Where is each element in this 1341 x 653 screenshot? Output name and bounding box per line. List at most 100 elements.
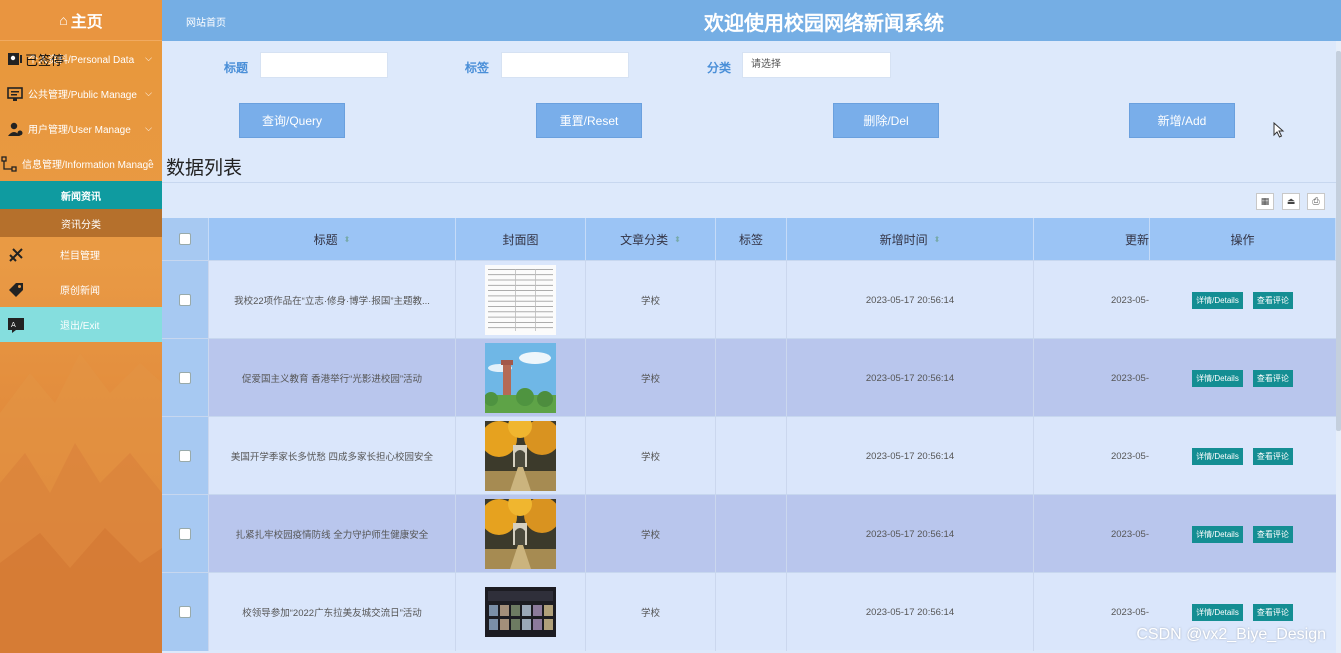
view-comments-button[interactable]: 查看评论 (1252, 525, 1293, 543)
row-updated: 2023-05- (1110, 372, 1149, 384)
column-icon (6, 245, 26, 265)
row-cover-image[interactable] (456, 339, 586, 417)
details-button[interactable]: 详情/Details (1192, 603, 1243, 621)
details-button[interactable]: 详情/Details (1192, 369, 1243, 387)
row-checkbox[interactable] (179, 450, 191, 462)
view-comments-button[interactable]: 查看评论 (1252, 369, 1293, 387)
section-title: 数据列表 (166, 158, 243, 179)
col-title[interactable]: 标题 ⬍ (209, 218, 456, 260)
col-updated-label: 更新 (1124, 232, 1149, 247)
sort-icon: ⬍ (933, 234, 941, 244)
view-comments-button[interactable]: 查看评论 (1252, 603, 1293, 621)
row-created: 2023-05-17 20:56:14 (787, 261, 1034, 339)
row-category: 学校 (586, 261, 716, 339)
row-actions: 详情/Details 查看评论 (1149, 417, 1336, 495)
table-row[interactable]: 我校22项作品在“立志·修身·博学·报国”主题教... 学校 2023-05-17 … (162, 260, 1336, 339)
menu-label: 公共管理/Public Manage (28, 90, 137, 101)
col-updated[interactable]: 更新 (1034, 218, 1149, 260)
category-select[interactable]: 请选择 (742, 52, 891, 78)
menu-public-manage[interactable]: 公共管理/Public Manage ⌵ (0, 76, 162, 111)
column-toggle-icon[interactable]: ▦ (1256, 193, 1274, 210)
category-filter-label: 分类 (707, 61, 732, 75)
row-updated: 2023-05- (1110, 450, 1149, 462)
tag-filter-label: 标签 (465, 61, 490, 75)
table-row[interactable]: 扎紧扎牢校园疫情防线 全力守护师生健康安全 学校 2023-05-17 20:56:… (162, 494, 1336, 573)
col-created[interactable]: 新增时间 ⬍ (787, 218, 1034, 260)
row-cover-image[interactable] (456, 495, 586, 573)
row-select-cell (162, 573, 209, 651)
table-row[interactable]: 促爱国主义教育 香港举行“光影进校园”活动 学校 2023-05-17 20:56:… (162, 338, 1336, 417)
watermark: CSDN @vx2_Biye_Design (1136, 626, 1326, 643)
print-icon[interactable]: ⎙ (1307, 193, 1325, 210)
brand-label: 主页 (70, 14, 103, 31)
row-actions: 详情/Details 查看评论 (1149, 495, 1336, 573)
submenu-news[interactable]: 新闻资讯 (0, 181, 162, 209)
exit-icon: A (6, 315, 26, 335)
row-created: 2023-05-17 20:56:14 (787, 495, 1034, 573)
details-button[interactable]: 详情/Details (1192, 291, 1243, 309)
menu-label: 栏目管理 (60, 251, 100, 262)
row-category: 学校 (586, 339, 716, 417)
row-title: 促爱国主义教育 香港举行“光影进校园”活动 (209, 339, 456, 417)
chevron-up-icon: ⌃ (146, 158, 154, 168)
col-tags: 标签 (716, 218, 787, 260)
row-checkbox[interactable] (179, 372, 191, 384)
app-title: 欢迎使用校园网络新闻系统 (704, 13, 944, 35)
row-category: 学校 (586, 573, 716, 651)
menu-original-news[interactable]: 原创新闻 (0, 272, 162, 307)
menu-label: 原创新闻 (60, 286, 100, 297)
breadcrumb-home[interactable]: 网站首页 (186, 14, 226, 29)
menu-exit[interactable]: A 退出/Exit (0, 307, 162, 342)
scrollbar-thumb[interactable] (1336, 51, 1341, 431)
menu-column-manage[interactable]: 栏目管理 (0, 237, 162, 272)
add-button[interactable]: 新增/Add (1129, 103, 1235, 138)
home-icon: ⌂ (59, 12, 68, 28)
select-all-checkbox[interactable] (179, 233, 191, 245)
col-category[interactable]: 文章分类 ⬍ (586, 218, 716, 260)
details-button[interactable]: 详情/Details (1192, 447, 1243, 465)
query-button[interactable]: 查询/Query (239, 103, 345, 138)
col-cover: 封面图 (456, 218, 586, 260)
menu-personal-data[interactable]: 个人资料/Personal Data 已签停 ⌵ (0, 41, 162, 76)
vertical-scrollbar[interactable] (1336, 41, 1341, 653)
table-body: 我校22项作品在“立志·修身·博学·报国”主题教... 学校 2023-05-17 … (162, 260, 1336, 651)
row-actions: 详情/Details 查看评论 (1149, 261, 1336, 339)
sort-icon: ⬍ (343, 234, 351, 244)
col-category-label: 文章分类 (620, 232, 669, 247)
row-checkbox[interactable] (179, 606, 191, 618)
overlay-text: 已签停 (25, 53, 65, 68)
menu-user-manage[interactable]: 用户管理/User Manage ⌵ (0, 111, 162, 146)
mountain-background (0, 353, 162, 653)
reset-button[interactable]: 重置/Reset (536, 103, 642, 138)
submenu-label: 新闻资讯 (61, 191, 101, 203)
view-comments-button[interactable]: 查看评论 (1252, 447, 1293, 465)
row-cover-image[interactable] (456, 261, 586, 339)
col-title-label: 标题 (313, 232, 338, 247)
row-cover-image[interactable] (456, 573, 586, 651)
tag-filter-input[interactable] (501, 52, 629, 78)
submenu-label: 资讯分类 (61, 219, 101, 231)
home-link[interactable]: ⌂ 主页 (0, 0, 162, 41)
details-button[interactable]: 详情/Details (1192, 525, 1243, 543)
svg-text:A: A (11, 321, 16, 329)
row-checkbox[interactable] (179, 528, 191, 540)
info-icon (0, 155, 18, 173)
delete-button[interactable]: 删除/Del (833, 103, 939, 138)
col-created-label: 新增时间 (879, 232, 928, 247)
view-comments-button[interactable]: 查看评论 (1252, 291, 1293, 309)
menu-label: 信息管理/Information Manage (22, 160, 154, 171)
personal-icon (6, 50, 24, 68)
table-header: 标题 ⬍ 封面图 文章分类 ⬍ 标签 新增时间 ⬍ 更新 操作 (162, 218, 1336, 260)
sidebar: ⌂ 主页 个人资料/Personal Data 已签停 ⌵ 公共管理/Publi… (0, 0, 162, 653)
submenu-news-category[interactable]: 资讯分类 (0, 209, 162, 237)
main-content: 标题 标签 分类 请选择 查询/Query 重置/Reset 删除/Del 新增… (162, 41, 1341, 653)
export-icon[interactable]: ⏏ (1282, 193, 1300, 210)
menu-information-manage[interactable]: 信息管理/Information Manage ⌃ (0, 146, 162, 181)
table-row[interactable]: 美国开学季家长多忧愁 四成多家长担心校园安全 学校 2023-05-17 20:56… (162, 416, 1336, 495)
row-updated: 2023-05- (1110, 294, 1149, 306)
title-filter-input[interactable] (260, 52, 388, 78)
row-title: 美国开学季家长多忧愁 四成多家长担心校园安全 (209, 417, 456, 495)
row-created: 2023-05-17 20:56:14 (787, 573, 1034, 651)
row-cover-image[interactable] (456, 417, 586, 495)
row-checkbox[interactable] (179, 294, 191, 306)
